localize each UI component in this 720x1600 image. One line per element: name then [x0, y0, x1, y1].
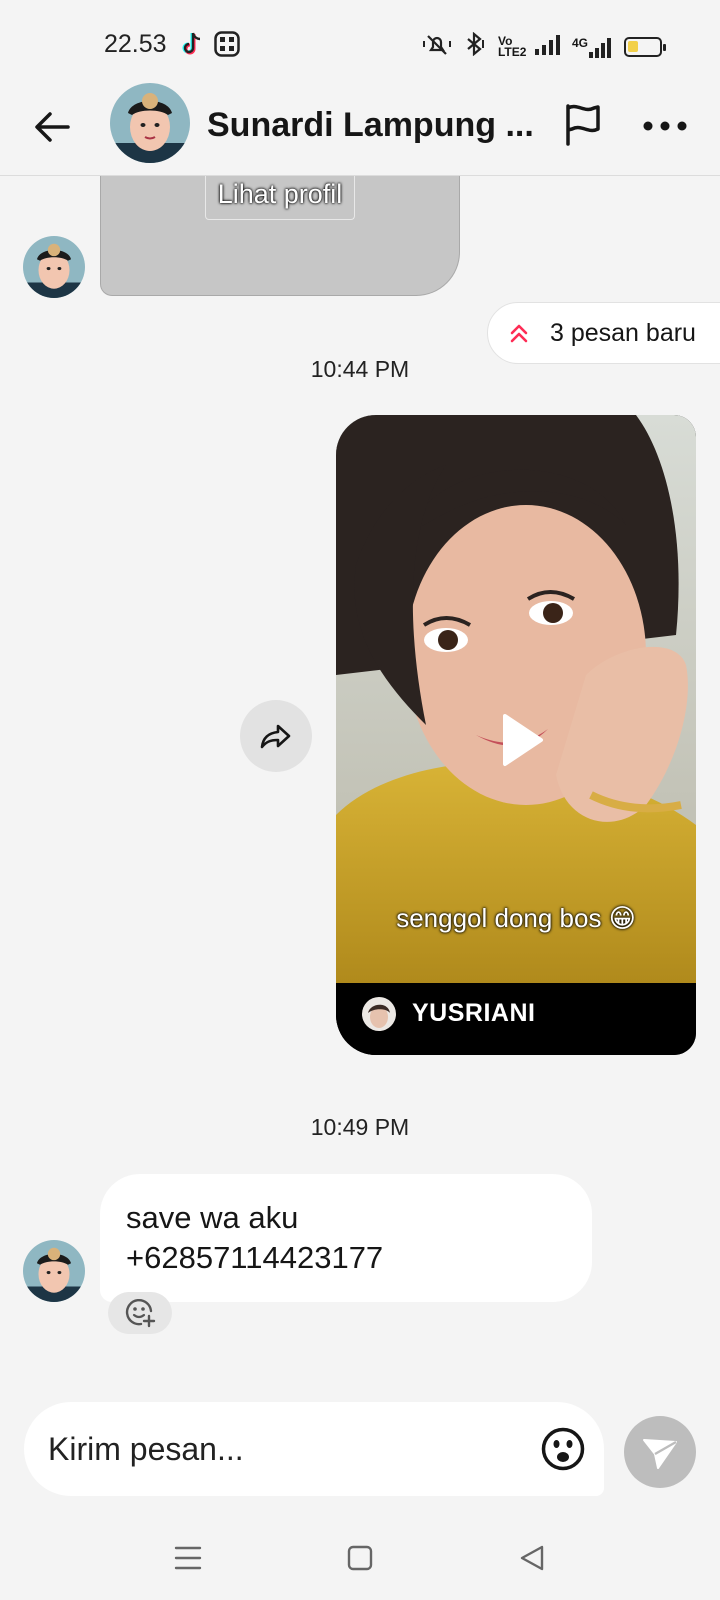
flag-icon	[566, 104, 600, 146]
back-triangle-icon	[520, 1545, 544, 1571]
video-footer: YUSRIANI	[336, 983, 696, 1055]
emoji-icon	[541, 1427, 585, 1471]
contact-photo	[23, 236, 85, 298]
more-options-button[interactable]	[640, 106, 690, 146]
new-messages-label: 3 pesan baru	[550, 318, 696, 347]
contact-name[interactable]: Sunardi Lampung ...	[207, 106, 537, 145]
message-text: save wa aku	[126, 1200, 299, 1235]
video-author-name[interactable]: YUSRIANI	[412, 999, 535, 1028]
timestamp: 10:49 PM	[310, 1114, 410, 1140]
share-button[interactable]	[240, 700, 312, 772]
timestamp: 10:44 PM	[310, 356, 410, 382]
message-composer	[24, 1402, 604, 1496]
chat-header: Sunardi Lampung ...	[0, 80, 720, 176]
contact-photo	[110, 83, 190, 163]
more-horizontal-icon	[643, 121, 687, 131]
avatar[interactable]	[23, 236, 85, 298]
status-bar: 22.53 Vo LTE2 4G	[0, 0, 720, 88]
shared-video-card[interactable]: senggol dong bos 😁 YUSRIANI	[336, 415, 696, 1055]
volte-icon: Vo LTE2	[497, 33, 527, 59]
avatar[interactable]	[110, 83, 190, 163]
send-button[interactable]	[624, 1416, 696, 1488]
message-input[interactable]	[48, 1422, 508, 1476]
author-photo	[362, 997, 396, 1031]
play-icon[interactable]	[491, 710, 551, 770]
send-icon	[643, 1439, 677, 1469]
system-nav-bar	[0, 1510, 720, 1600]
view-profile-button[interactable]: Lihat profil	[205, 176, 355, 220]
status-indicators: Vo LTE2 4G	[422, 31, 666, 61]
new-messages-button[interactable]: 3 pesan baru	[487, 302, 720, 364]
tiktok-icon	[180, 31, 204, 62]
menu-icon	[174, 1546, 202, 1570]
status-time: 22.53	[104, 30, 167, 58]
add-reaction-button[interactable]	[108, 1292, 172, 1334]
message-text: +62857114423177	[126, 1240, 384, 1275]
recent-apps-button[interactable]	[168, 1538, 208, 1578]
4g-signal-icon: 4G	[572, 36, 612, 58]
video-caption: senggol dong bos 😁	[396, 903, 636, 933]
double-chevron-up-icon	[510, 324, 528, 343]
share-arrow-icon	[260, 724, 291, 749]
home-square-icon	[347, 1545, 373, 1571]
profile-card: Lihat profil	[100, 176, 460, 296]
avatar[interactable]	[23, 1240, 85, 1302]
emoji-button[interactable]	[540, 1426, 586, 1472]
mute-icon	[422, 32, 452, 61]
status-app-icons	[180, 31, 240, 62]
video-thumbnail	[336, 415, 696, 983]
report-button[interactable]	[560, 100, 608, 148]
system-back-button[interactable]	[512, 1538, 552, 1578]
message-bubble[interactable]: save wa aku +62857114423177	[100, 1174, 592, 1302]
grid-app-icon	[214, 31, 240, 62]
contact-photo	[23, 1240, 85, 1302]
signal-icon	[534, 33, 560, 60]
add-reaction-icon	[125, 1298, 156, 1328]
arrow-left-icon	[35, 112, 70, 142]
video-author-avatar[interactable]	[362, 997, 396, 1031]
back-button[interactable]	[30, 104, 76, 150]
battery-icon	[624, 36, 666, 57]
bluetooth-icon	[464, 31, 486, 61]
battery-level	[628, 40, 638, 52]
home-button[interactable]	[340, 1538, 380, 1578]
